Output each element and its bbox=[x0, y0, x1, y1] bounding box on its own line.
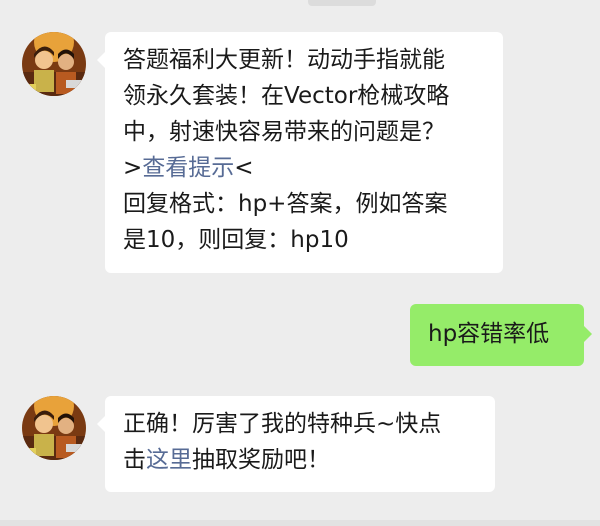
input-bar-edge bbox=[0, 520, 600, 526]
chat-window: 答题福利大更新！动动手指就能 领永久套装！在Vector枪械攻略 中，射速快容易… bbox=[0, 0, 600, 526]
message-text: 中，射速快容易带来的问题是？ bbox=[123, 119, 445, 145]
view-hint-link[interactable]: 查看提示 bbox=[142, 155, 234, 181]
message-text: 是10，则回复：hp10 bbox=[123, 227, 349, 253]
outgoing-message-bubble[interactable]: hp容错率低 bbox=[410, 304, 592, 366]
reward-line: 击这里抽取奖励吧！ bbox=[123, 442, 495, 478]
game-character-avatar-icon bbox=[22, 32, 86, 96]
message-text: hp容错率低 bbox=[428, 321, 550, 347]
reward-link[interactable]: 这里 bbox=[146, 447, 192, 473]
sender-avatar[interactable] bbox=[22, 396, 86, 460]
message-text: 回复格式：hp+答案，例如答案 bbox=[123, 191, 448, 217]
message-text: 正确！厉害了我的特种兵~快点 bbox=[123, 411, 442, 437]
incoming-message-bubble[interactable]: 答题福利大更新！动动手指就能 领永久套装！在Vector枪械攻略 中，射速快容易… bbox=[97, 32, 503, 273]
hint-open-mark: > bbox=[123, 155, 143, 181]
message-text: 抽取奖励吧！ bbox=[192, 447, 330, 473]
message-text: 领永久套装！在Vector枪械攻略 bbox=[123, 83, 450, 109]
hint-line: >查看提示< bbox=[123, 150, 503, 186]
game-character-avatar-icon bbox=[22, 396, 86, 460]
incoming-message-bubble[interactable]: 正确！厉害了我的特种兵~快点 击这里抽取奖励吧！ bbox=[97, 396, 495, 492]
message-text: 答题福利大更新！动动手指就能 bbox=[123, 47, 445, 73]
sender-avatar[interactable] bbox=[22, 32, 86, 96]
message-text: 击 bbox=[123, 447, 146, 473]
hint-close-mark: < bbox=[234, 155, 254, 181]
previous-message-edge bbox=[308, 0, 376, 6]
